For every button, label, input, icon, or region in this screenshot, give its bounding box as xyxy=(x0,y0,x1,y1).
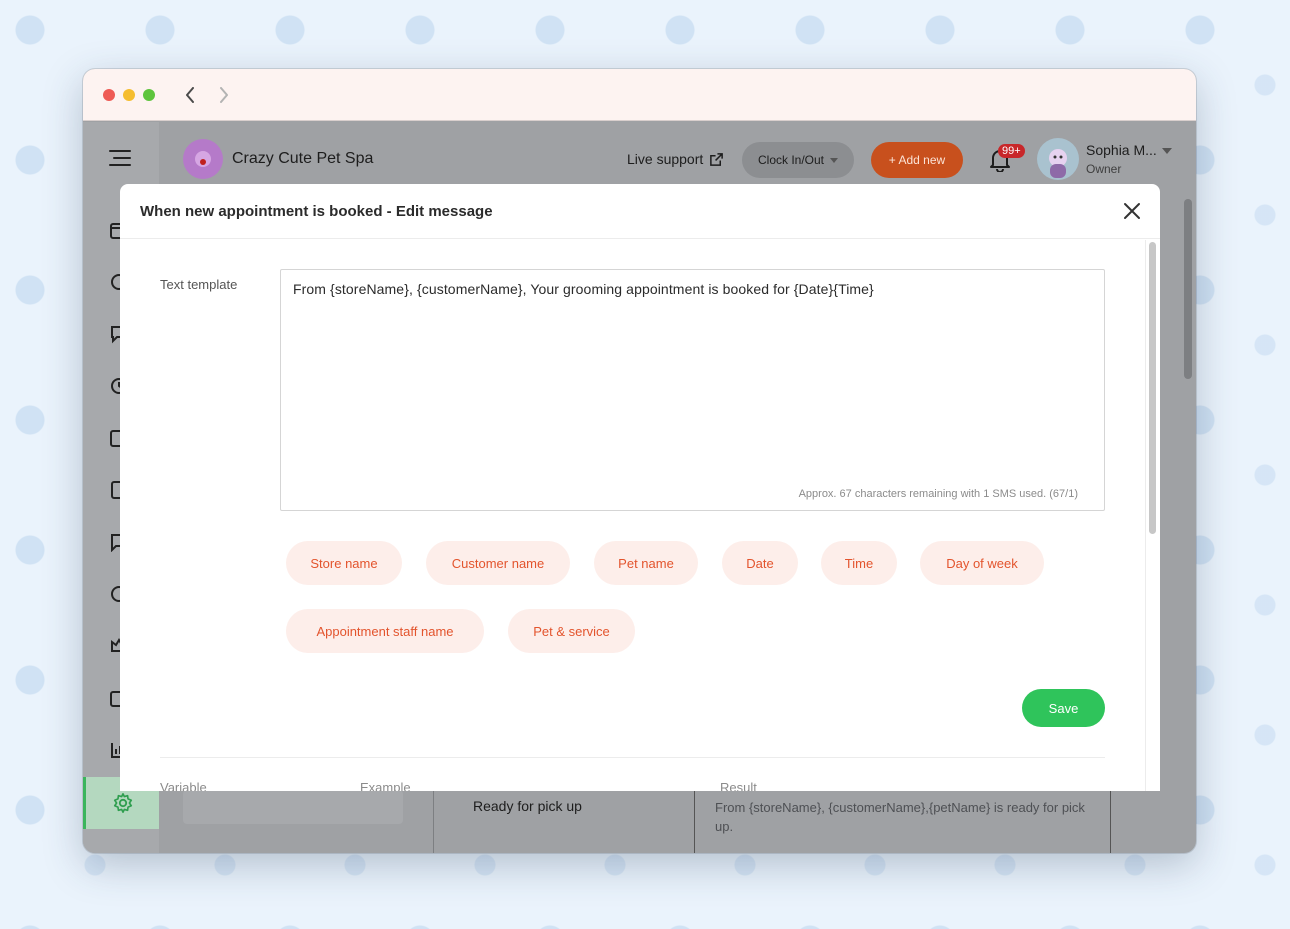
menu-icon[interactable] xyxy=(109,150,131,166)
maximize-window-button[interactable] xyxy=(143,89,155,101)
text-template-input[interactable]: From {storeName}, {customerName}, Your g… xyxy=(280,269,1105,511)
modal-scrollbar[interactable] xyxy=(1149,242,1156,534)
variable-chip-store-name[interactable]: Store name xyxy=(286,541,402,585)
clock-in-out-label: Clock In/Out xyxy=(757,153,825,167)
avatar[interactable] xyxy=(1037,138,1079,180)
chevron-down-icon xyxy=(830,157,839,163)
variable-chip-pet-name[interactable]: Pet name xyxy=(594,541,698,585)
column-header-example: Example xyxy=(360,780,411,791)
user-role: Owner xyxy=(1086,162,1122,176)
modal-divider xyxy=(160,757,1105,758)
user-name[interactable]: Sophia M... xyxy=(1086,142,1157,158)
column-header-variable: Variable xyxy=(160,780,207,791)
page-scrollbar[interactable] xyxy=(1184,199,1192,379)
live-support-link[interactable]: Live support xyxy=(627,151,724,167)
save-button[interactable]: Save xyxy=(1022,689,1105,727)
store-logo xyxy=(183,139,223,179)
variable-chip-appointment-staff-name[interactable]: Appointment staff name xyxy=(286,609,484,653)
add-new-button[interactable]: + Add new xyxy=(871,142,963,178)
chevron-down-icon[interactable] xyxy=(1162,148,1172,154)
variable-chip-date[interactable]: Date xyxy=(722,541,798,585)
variable-chip-day-of-week[interactable]: Day of week xyxy=(920,541,1044,585)
variable-chip-time[interactable]: Time xyxy=(821,541,897,585)
notification-badge: 99+ xyxy=(998,144,1025,158)
table-divider xyxy=(433,790,434,853)
store-name[interactable]: Crazy Cute Pet Spa xyxy=(232,150,373,168)
table-divider xyxy=(694,790,695,853)
modal-title: When new appointment is booked - Edit me… xyxy=(140,203,493,220)
title-bar xyxy=(83,69,1196,121)
text-template-label: Text template xyxy=(160,277,238,292)
back-arrow-icon[interactable] xyxy=(179,84,201,106)
template-text: From {storeName}, {customerName}, Your g… xyxy=(293,281,874,297)
column-header-result: Result xyxy=(720,780,757,791)
gear-icon xyxy=(113,793,132,813)
forward-arrow-icon[interactable] xyxy=(213,84,235,106)
external-link-icon xyxy=(710,152,724,166)
variable-chip-customer-name[interactable]: Customer name xyxy=(426,541,570,585)
status-text: Ready for pick up xyxy=(473,798,582,814)
live-support-label: Live support xyxy=(627,151,704,167)
variable-chip-pet-service[interactable]: Pet & service xyxy=(508,609,635,653)
close-icon[interactable] xyxy=(1123,202,1141,220)
minimize-window-button[interactable] xyxy=(123,89,135,101)
edit-message-modal: When new appointment is booked - Edit me… xyxy=(120,184,1160,791)
table-divider xyxy=(1110,790,1111,853)
clock-in-out-button[interactable]: Clock In/Out xyxy=(742,142,854,178)
result-text: From {storeName}, {customerName},{petNam… xyxy=(715,800,1085,834)
modal-header: When new appointment is booked - Edit me… xyxy=(120,184,1160,239)
close-window-button[interactable] xyxy=(103,89,115,101)
background-card xyxy=(183,790,403,824)
character-count: Approx. 67 characters remaining with 1 S… xyxy=(798,488,1078,500)
